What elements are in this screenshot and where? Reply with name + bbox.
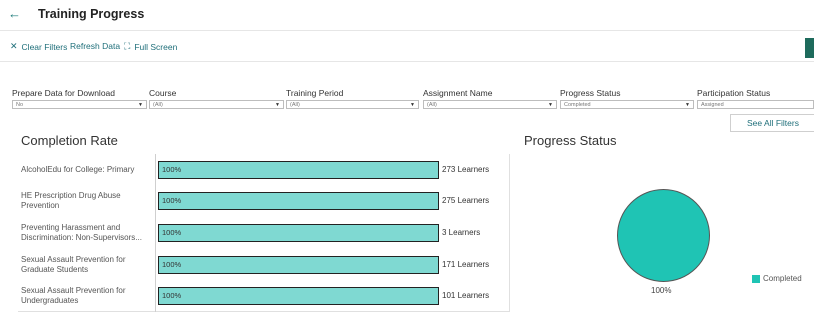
course-label: HE Prescription Drug Abuse Prevention bbox=[21, 191, 121, 210]
legend-swatch bbox=[752, 274, 760, 283]
completion-rate-title: Completion Rate bbox=[21, 133, 118, 148]
completion-bar[interactable]: 100% bbox=[158, 287, 439, 305]
full-screen-label: Full Screen bbox=[134, 41, 178, 52]
top-bar: ← Training Progress bbox=[0, 0, 814, 30]
pie-legend: Completed bbox=[752, 274, 802, 283]
filter-value: Assigned bbox=[701, 102, 724, 108]
course-label: Sexual Assault Prevention for Graduate S… bbox=[21, 255, 126, 274]
fullscreen-icon: ⛶ bbox=[124, 41, 131, 51]
filter-dropdown[interactable]: (All) ▼ bbox=[286, 100, 419, 109]
completion-bar[interactable]: 100% bbox=[158, 161, 439, 179]
completion-bar[interactable]: 100% bbox=[158, 224, 439, 242]
dropdown-arrow-icon: ▼ bbox=[685, 102, 690, 108]
filter-course: Course (All) ▼ bbox=[149, 88, 284, 109]
refresh-data-label: Refresh Data bbox=[70, 41, 121, 51]
filter-training-period: Training Period (All) ▼ bbox=[286, 88, 419, 109]
refresh-data-button[interactable]: Refresh Data bbox=[70, 41, 120, 51]
legend-label: Completed bbox=[763, 274, 802, 283]
completion-row: Preventing Harassment and Discrimination… bbox=[18, 218, 510, 248]
filter-dropdown[interactable]: Completed ▼ bbox=[560, 100, 694, 109]
clear-filters-label: Clear Filters bbox=[21, 41, 68, 52]
bar-percent-label: 100% bbox=[162, 196, 182, 205]
filter-prepare-data: Prepare Data for Download No ▼ bbox=[12, 88, 147, 109]
filter-label: Progress Status bbox=[560, 88, 621, 98]
filter-progress-status: Progress Status Completed ▼ bbox=[560, 88, 694, 109]
bar-percent-label: 100% bbox=[162, 228, 182, 237]
completion-row: AlcoholEdu for College: Primary 100% 273… bbox=[18, 155, 510, 185]
filter-dropdown[interactable]: (All) ▼ bbox=[423, 100, 557, 109]
completion-bar[interactable]: 100% bbox=[158, 256, 439, 274]
toolbar: ✕ Clear Filters Refresh Data ⛶ Full Scre… bbox=[0, 30, 814, 62]
filters-row: Prepare Data for Download No ▼ Course (A… bbox=[0, 88, 814, 109]
completion-row: Sexual Assault Prevention for Graduate S… bbox=[18, 250, 510, 280]
filter-label: Course bbox=[149, 88, 177, 98]
clear-filters-button[interactable]: ✕ Clear Filters bbox=[10, 41, 67, 52]
menu-button[interactable] bbox=[805, 38, 814, 58]
filter-assignment-name: Assignment Name (All) ▼ bbox=[423, 88, 557, 109]
course-label: AlcoholEdu for College: Primary bbox=[21, 165, 135, 174]
filter-value: (All) bbox=[290, 102, 300, 108]
bar-percent-label: 100% bbox=[162, 165, 182, 174]
close-icon: ✕ bbox=[10, 41, 18, 51]
bar-percent-label: 100% bbox=[162, 291, 182, 300]
dropdown-arrow-icon: ▼ bbox=[275, 102, 280, 108]
see-all-filters-button[interactable]: See All Filters bbox=[730, 114, 814, 132]
filter-label: Prepare Data for Download bbox=[12, 88, 116, 98]
completion-row: Sexual Assault Prevention for Undergradu… bbox=[18, 281, 510, 311]
pie-percent-label: 100% bbox=[651, 286, 672, 295]
course-label: Preventing Harassment and Discrimination… bbox=[21, 223, 142, 242]
learners-count: 3 Learners bbox=[442, 228, 481, 237]
filter-dropdown[interactable]: (All) ▼ bbox=[149, 100, 284, 109]
filter-label: Participation Status bbox=[697, 88, 771, 98]
filter-participation-status: Participation Status Assigned bbox=[697, 88, 814, 109]
dropdown-arrow-icon: ▼ bbox=[410, 102, 415, 108]
back-arrow-icon[interactable]: ← bbox=[8, 6, 21, 21]
learners-count: 101 Learners bbox=[442, 291, 490, 300]
course-label: Sexual Assault Prevention for Undergradu… bbox=[21, 286, 126, 305]
filter-value: No bbox=[16, 102, 24, 108]
learners-count: 273 Learners bbox=[442, 165, 490, 174]
filter-label: Assignment Name bbox=[423, 88, 493, 98]
filter-value: Completed bbox=[564, 102, 591, 108]
filter-dropdown[interactable]: No ▼ bbox=[12, 100, 147, 109]
bar-percent-label: 100% bbox=[162, 260, 182, 269]
dropdown-arrow-icon: ▼ bbox=[548, 102, 553, 108]
learners-count: 171 Learners bbox=[442, 260, 490, 269]
learners-count: 275 Learners bbox=[442, 196, 490, 205]
filter-value: (All) bbox=[427, 102, 437, 108]
completion-row: HE Prescription Drug Abuse Prevention 10… bbox=[18, 186, 510, 216]
page-title: Training Progress bbox=[38, 7, 145, 21]
completion-bar[interactable]: 100% bbox=[158, 192, 439, 210]
progress-pie-slice[interactable] bbox=[617, 189, 710, 282]
filter-value: (All) bbox=[153, 102, 163, 108]
dropdown-arrow-icon: ▼ bbox=[138, 102, 143, 108]
filter-dropdown[interactable]: Assigned bbox=[697, 100, 814, 109]
progress-status-title: Progress Status bbox=[524, 133, 617, 148]
full-screen-button[interactable]: ⛶ Full Screen bbox=[124, 41, 177, 52]
filter-label: Training Period bbox=[286, 88, 344, 98]
